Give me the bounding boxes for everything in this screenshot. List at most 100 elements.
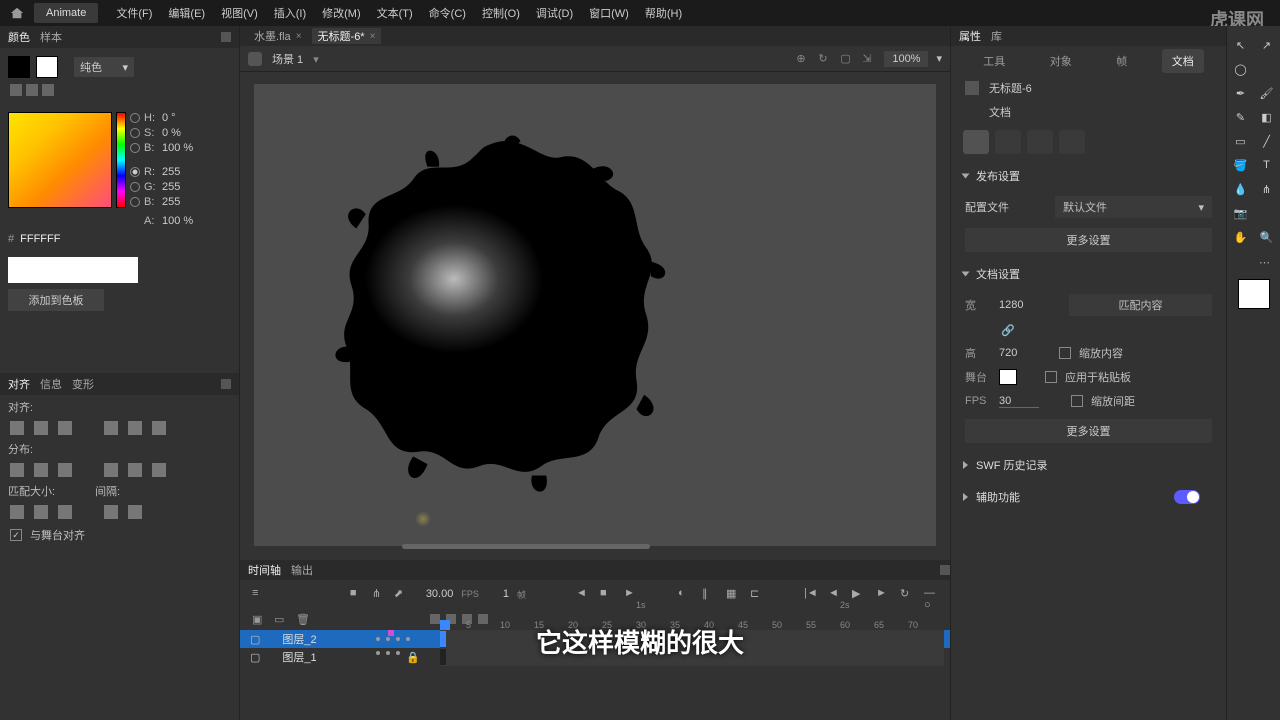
- pencil-tool[interactable]: ✎: [1229, 106, 1253, 128]
- prev-icon[interactable]: ◄: [576, 587, 590, 601]
- radio-s[interactable]: [130, 128, 140, 138]
- more-tools-icon[interactable]: ⋯: [1255, 256, 1277, 269]
- bone-tool[interactable]: ⋔: [1255, 178, 1279, 200]
- match-width[interactable]: [10, 505, 24, 519]
- g-value[interactable]: 255: [162, 181, 180, 193]
- align-hcenter[interactable]: [34, 421, 48, 435]
- dist-bottom[interactable]: [58, 463, 72, 477]
- subtab-object[interactable]: 对象: [1040, 49, 1082, 73]
- mode-btn-3[interactable]: [1059, 130, 1085, 154]
- brush-tool[interactable]: 🖌: [1255, 82, 1279, 104]
- playhead[interactable]: [440, 620, 450, 630]
- subtab-document[interactable]: 文档: [1162, 49, 1204, 73]
- onion-icon[interactable]: ◐: [678, 587, 692, 601]
- height-input[interactable]: 720: [999, 347, 1039, 359]
- fill-type-dropdown[interactable]: 纯色 ▾: [74, 57, 134, 77]
- step-fwd-icon[interactable]: ►: [876, 587, 890, 601]
- link-icon[interactable]: 🔗: [1001, 324, 1015, 337]
- fit-icon[interactable]: ⇲: [862, 52, 876, 66]
- dist-hcenter[interactable]: [128, 463, 142, 477]
- scale-content-checkbox[interactable]: [1059, 347, 1071, 359]
- highlight-toggle[interactable]: [430, 614, 440, 624]
- stage-align-checkbox[interactable]: ✓: [10, 529, 22, 541]
- fps-value[interactable]: 30.00: [426, 588, 454, 600]
- clip-icon[interactable]: ▢: [840, 52, 854, 66]
- more-settings-button[interactable]: 更多设置: [965, 228, 1212, 252]
- subselect-tool[interactable]: ↗: [1255, 34, 1279, 56]
- stop-icon[interactable]: ■: [600, 587, 614, 601]
- h-value[interactable]: 0 °: [162, 112, 176, 124]
- add-swatch-button[interactable]: 添加到色板: [8, 289, 104, 311]
- transform-tool[interactable]: [1255, 58, 1279, 80]
- dist-top[interactable]: [10, 463, 24, 477]
- menu-debug[interactable]: 调试(D): [528, 5, 581, 21]
- color-field[interactable]: [8, 112, 112, 208]
- menu-window[interactable]: 窗口(W): [581, 5, 637, 21]
- next-icon[interactable]: ►: [624, 587, 638, 601]
- tab-transform[interactable]: 变形: [72, 376, 94, 392]
- step-back-icon[interactable]: ◄: [828, 587, 842, 601]
- camera-tool[interactable]: 📷: [1229, 202, 1253, 224]
- align-right[interactable]: [58, 421, 72, 435]
- tab-output[interactable]: 输出: [291, 562, 313, 578]
- match-height[interactable]: [34, 505, 48, 519]
- radio-r[interactable]: [130, 167, 140, 177]
- accessibility-section[interactable]: 辅助功能: [951, 481, 1226, 513]
- radio-bb[interactable]: [130, 197, 140, 207]
- s-value[interactable]: 0 %: [162, 127, 181, 139]
- match-content-button[interactable]: 匹配内容: [1069, 294, 1212, 316]
- keyframe[interactable]: [440, 649, 446, 665]
- publish-section[interactable]: 发布设置: [951, 160, 1226, 192]
- h-scrollbar[interactable]: [402, 544, 650, 549]
- mode-btn-0[interactable]: [963, 130, 989, 154]
- menu-control[interactable]: 控制(O): [474, 5, 528, 21]
- hue-slider[interactable]: [116, 112, 126, 208]
- radio-g[interactable]: [130, 182, 140, 192]
- first-frame-icon[interactable]: |◄: [804, 587, 818, 601]
- tab-properties[interactable]: 属性: [959, 28, 981, 44]
- none-icon[interactable]: [26, 84, 38, 96]
- accessibility-toggle[interactable]: [1174, 490, 1200, 504]
- layers-icon[interactable]: ≡: [252, 587, 266, 601]
- menu-help[interactable]: 帮助(H): [637, 5, 690, 21]
- lock-icon[interactable]: 🔒: [406, 651, 420, 664]
- align-bottom[interactable]: [152, 421, 166, 435]
- align-vcenter[interactable]: [128, 421, 142, 435]
- close-icon[interactable]: ×: [296, 31, 302, 42]
- menu-edit[interactable]: 编辑(E): [160, 5, 213, 21]
- dist-vcenter[interactable]: [34, 463, 48, 477]
- menu-view[interactable]: 视图(V): [213, 5, 266, 21]
- current-frame[interactable]: [440, 631, 446, 647]
- r-value[interactable]: 255: [162, 166, 180, 178]
- camera-icon[interactable]: ■: [350, 587, 364, 601]
- doc-tab-0[interactable]: 水墨.fla ×: [248, 28, 308, 44]
- tab-library[interactable]: 库: [991, 28, 1002, 44]
- collapse-icon[interactable]: [221, 32, 231, 42]
- tab-align[interactable]: 对齐: [8, 376, 30, 392]
- doc-tab-1[interactable]: 无标题-6* ×: [312, 28, 382, 44]
- center-stage-icon[interactable]: ⊕: [796, 52, 810, 66]
- home-icon[interactable]: [10, 6, 24, 20]
- radio-h[interactable]: [130, 113, 140, 123]
- align-top[interactable]: [104, 421, 118, 435]
- play-icon[interactable]: ▶: [852, 587, 866, 601]
- menu-modify[interactable]: 修改(M): [314, 5, 369, 21]
- menu-file[interactable]: 文件(F): [108, 5, 160, 21]
- subtab-tool[interactable]: 工具: [973, 49, 1015, 73]
- chevron-down-icon[interactable]: ▾: [936, 52, 942, 65]
- rotate-icon[interactable]: ↻: [818, 52, 832, 66]
- insert-kf-icon[interactable]: ▦: [726, 587, 740, 601]
- text-tool[interactable]: T: [1255, 154, 1279, 176]
- fill-swatch[interactable]: [36, 56, 58, 78]
- stage-canvas[interactable]: [254, 84, 936, 546]
- radio-b[interactable]: [130, 143, 140, 153]
- tab-swatches[interactable]: 样本: [40, 29, 62, 45]
- hand-tool[interactable]: ✋: [1229, 226, 1253, 248]
- more-settings-button-2[interactable]: 更多设置: [965, 419, 1212, 443]
- lasso-tool[interactable]: ◯: [1229, 58, 1253, 80]
- bb-value[interactable]: 255: [162, 196, 180, 208]
- layer-name[interactable]: 图层_1: [282, 649, 372, 665]
- rect-tool[interactable]: ▭: [1229, 130, 1253, 152]
- range-icon[interactable]: —○: [924, 587, 938, 601]
- new-folder-icon[interactable]: ▭: [274, 613, 286, 625]
